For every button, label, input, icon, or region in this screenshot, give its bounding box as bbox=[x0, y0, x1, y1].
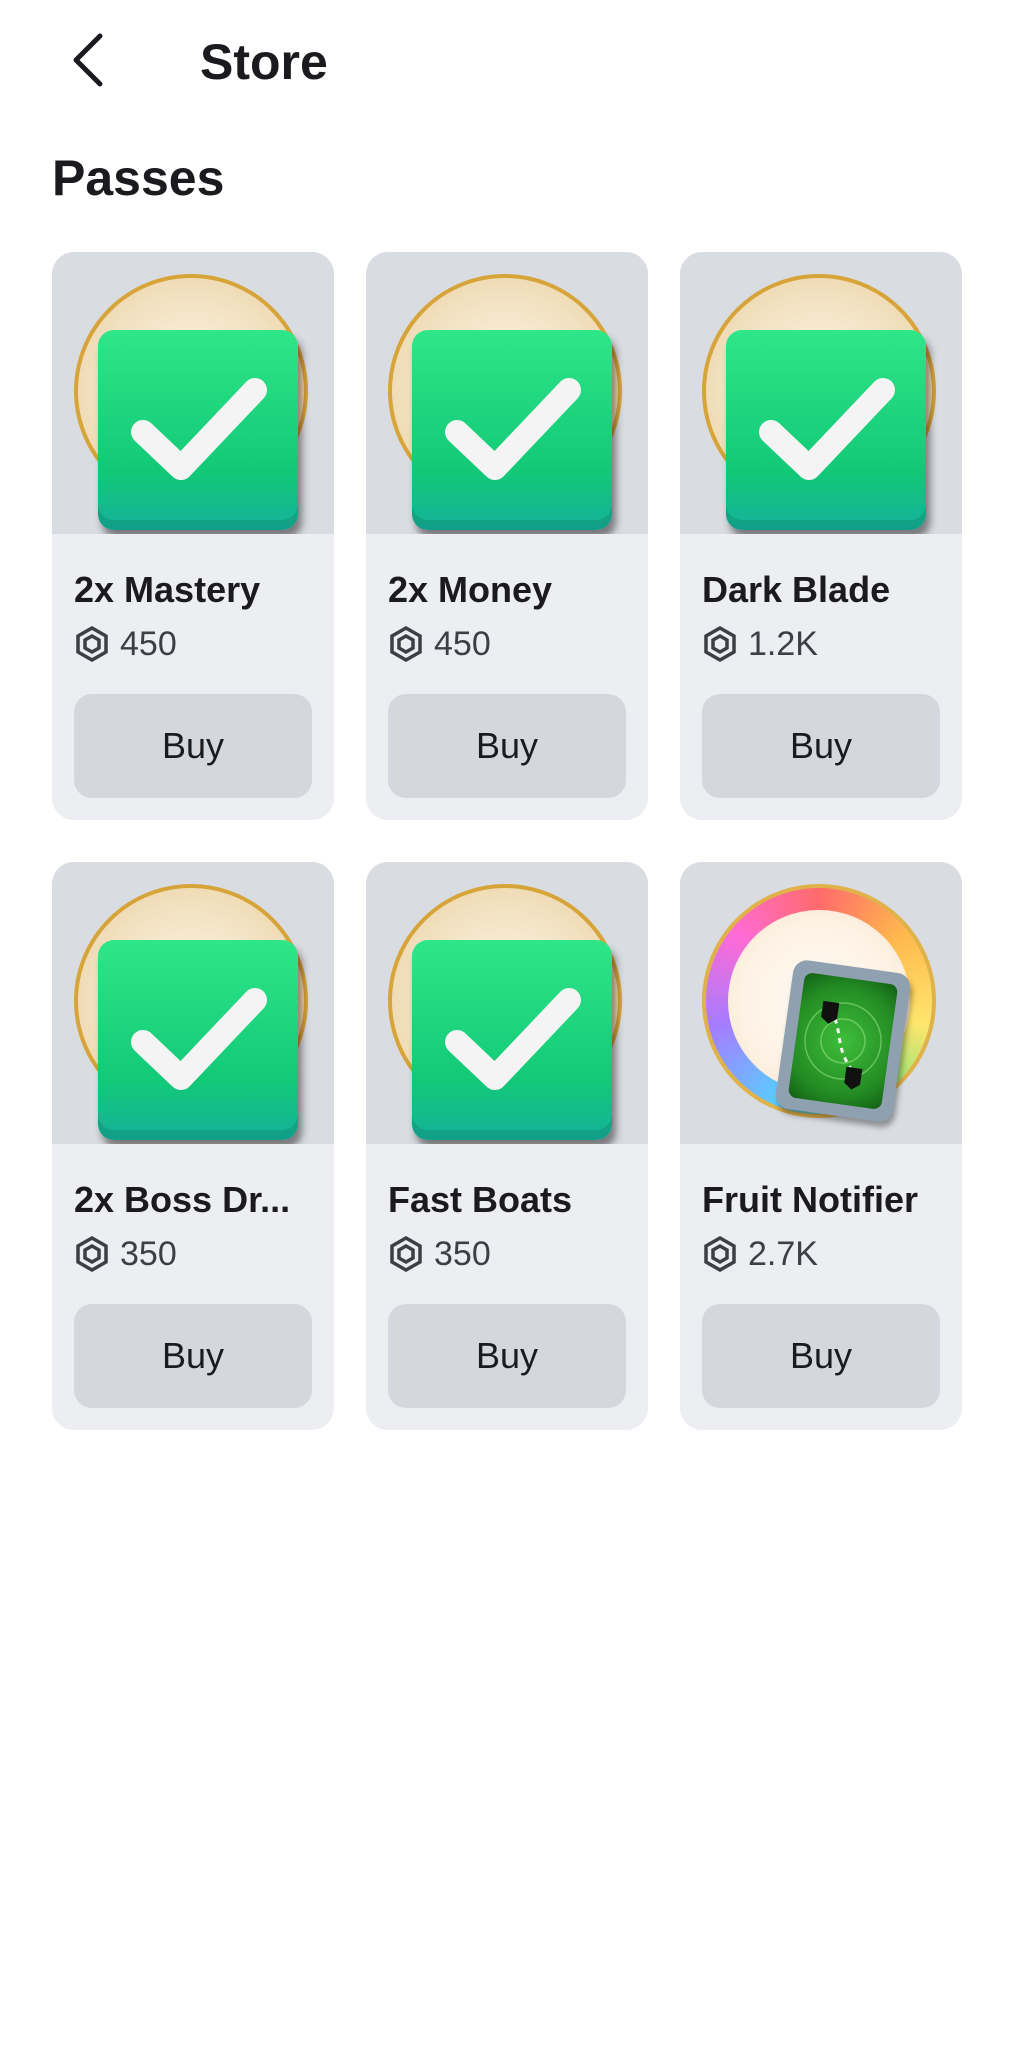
price-value: 350 bbox=[434, 1235, 491, 1273]
store-header: Store bbox=[0, 0, 1014, 124]
pass-price: 350 bbox=[74, 1232, 312, 1276]
price-value: 2.7K bbox=[748, 1235, 818, 1273]
buy-button[interactable]: Buy bbox=[702, 694, 940, 798]
checkmark-owned-icon bbox=[98, 940, 298, 1140]
checkmark-owned-icon bbox=[726, 330, 926, 530]
price-value: 1.2K bbox=[748, 625, 818, 663]
checkmark-owned-icon bbox=[98, 330, 298, 530]
pass-name: Fruit Notifier bbox=[702, 1179, 918, 1220]
back-button[interactable] bbox=[56, 28, 120, 92]
pass-name: 2x Boss Dr... bbox=[74, 1179, 291, 1220]
pass-thumbnail bbox=[52, 252, 334, 534]
pass-price: 1.2K bbox=[702, 622, 940, 666]
checkmark-owned-icon bbox=[412, 940, 612, 1140]
robux-icon bbox=[388, 1236, 424, 1272]
pass-card[interactable]: Fast Boats 350 Buy bbox=[366, 862, 648, 1430]
buy-button[interactable]: Buy bbox=[388, 1304, 626, 1408]
buy-button[interactable]: Buy bbox=[74, 694, 312, 798]
fruit-notifier-icon bbox=[702, 884, 936, 1124]
buy-button[interactable]: Buy bbox=[388, 694, 626, 798]
buy-button[interactable]: Buy bbox=[74, 1304, 312, 1408]
buy-button[interactable]: Buy bbox=[702, 1304, 940, 1408]
pass-thumbnail bbox=[680, 252, 962, 534]
checkmark-owned-icon bbox=[412, 330, 612, 530]
pass-price: 450 bbox=[74, 622, 312, 666]
robux-icon bbox=[702, 626, 738, 662]
chevron-left-icon bbox=[73, 33, 103, 87]
section-title-passes: Passes bbox=[52, 150, 225, 206]
price-value: 450 bbox=[434, 625, 491, 663]
pass-name: Dark Blade bbox=[702, 569, 891, 610]
pass-card[interactable]: Dark Blade 1.2K Buy bbox=[680, 252, 962, 820]
pass-thumbnail bbox=[680, 862, 962, 1144]
pass-thumbnail bbox=[366, 862, 648, 1144]
pass-card[interactable]: 2x Money 450 Buy bbox=[366, 252, 648, 820]
pass-thumbnail bbox=[366, 252, 648, 534]
robux-icon bbox=[74, 1236, 110, 1272]
pass-price: 450 bbox=[388, 622, 626, 666]
pass-name: 2x Mastery bbox=[74, 569, 261, 610]
pass-name: 2x Money bbox=[388, 569, 553, 610]
pass-card[interactable]: 2x Boss Dr... 350 Buy bbox=[52, 862, 334, 1430]
price-value: 450 bbox=[120, 625, 177, 663]
map-card-icon bbox=[774, 958, 912, 1124]
pass-thumbnail bbox=[52, 862, 334, 1144]
pass-name: Fast Boats bbox=[388, 1179, 573, 1220]
page-title: Store bbox=[200, 34, 328, 90]
pass-card[interactable]: Fruit Notifier 2.7K Buy bbox=[680, 862, 962, 1430]
passes-grid: 2x Mastery 450 Buy 2x Money 450 Buy Dark… bbox=[52, 252, 962, 1430]
pass-card[interactable]: 2x Mastery 450 Buy bbox=[52, 252, 334, 820]
robux-icon bbox=[388, 626, 424, 662]
robux-icon bbox=[74, 626, 110, 662]
pass-price: 2.7K bbox=[702, 1232, 940, 1276]
price-value: 350 bbox=[120, 1235, 177, 1273]
radar-screen bbox=[787, 972, 899, 1110]
pass-price: 350 bbox=[388, 1232, 626, 1276]
robux-icon bbox=[702, 1236, 738, 1272]
